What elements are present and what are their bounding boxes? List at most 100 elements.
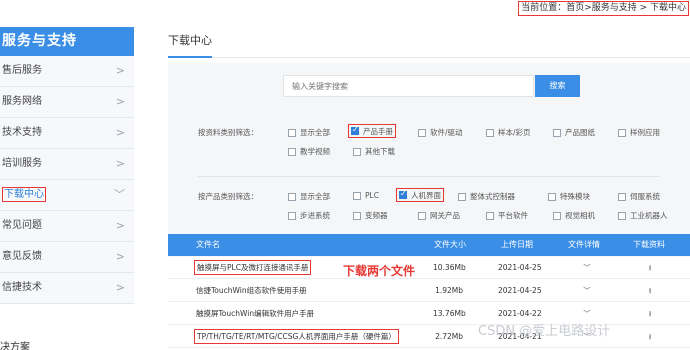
- filter-product-plc[interactable]: PLC: [353, 191, 379, 200]
- chevron-right-icon: >: [115, 219, 125, 232]
- checkbox[interactable]: [353, 147, 361, 156]
- breadcrumb: 当前位置：首页>服务与支持 > 下载中心: [518, 1, 689, 16]
- page-title: 下载中心: [168, 27, 690, 58]
- checkbox[interactable]: [353, 191, 361, 200]
- option-label: 人机界面: [411, 190, 441, 200]
- chevron-down-icon: ﹀: [114, 188, 125, 201]
- checkbox[interactable]: [288, 147, 296, 156]
- sidebar-item-label: 信捷技术: [2, 282, 42, 293]
- filter-product-servo[interactable]: 伺服系统: [618, 191, 660, 202]
- option-label: 视觉相机: [565, 211, 595, 220]
- sidebar-item-label: 培训服务: [2, 158, 42, 169]
- filter-doc-label: 按资料类别筛选：: [198, 128, 258, 137]
- sidebar-item-xinje-tech[interactable]: 信捷技术 >: [0, 273, 134, 304]
- filter-doc-manual[interactable]: 产品手册: [348, 124, 396, 138]
- file-name-link[interactable]: 触摸屏TouchWin编辑软件用户手册: [196, 302, 314, 325]
- checkbox[interactable]: [353, 211, 361, 220]
- checkbox[interactable]: [618, 128, 626, 137]
- checkbox[interactable]: [288, 211, 296, 220]
- sidebar-item-feedback[interactable]: 意见反馈 >: [0, 242, 134, 273]
- chevron-down-icon[interactable]: ﹀: [580, 256, 594, 279]
- option-label: 显示全部: [300, 128, 330, 137]
- sidebar-item-label: 常见问题: [2, 220, 42, 231]
- sidebar-item-download-center[interactable]: 下载中心 ﹀: [0, 180, 134, 211]
- filter-product-integrated-controller[interactable]: 整体式控制器: [458, 191, 515, 202]
- filter-product-gateway[interactable]: 网关产品: [418, 210, 460, 221]
- checkbox[interactable]: [553, 211, 561, 220]
- checkbox[interactable]: [418, 128, 426, 137]
- header-details: 文件详情: [568, 240, 600, 249]
- checkbox[interactable]: [553, 128, 561, 137]
- checkbox[interactable]: [399, 189, 407, 199]
- watermark: CSDN @爱上电路设计: [478, 324, 611, 339]
- filter-doc-brochure[interactable]: 样本/彩页: [486, 127, 531, 138]
- file-name-link[interactable]: 信捷TouchWin组态软件使用手册: [196, 279, 307, 302]
- checkbox[interactable]: [351, 125, 359, 135]
- option-label: 平台软件: [498, 211, 528, 220]
- option-label: 其他下载: [365, 147, 395, 156]
- sidebar-item-label: 售后服务: [2, 65, 42, 76]
- option-label: 软件/驱动: [430, 128, 463, 137]
- filter-doc-drawing[interactable]: 产品图纸: [553, 127, 595, 138]
- header-filename: 文件名: [196, 240, 220, 249]
- filter-product-robot[interactable]: 工业机器人: [618, 210, 668, 221]
- chevron-right-icon: >: [115, 250, 125, 263]
- option-label: 伺服系统: [630, 192, 660, 201]
- search-button[interactable]: 搜索: [535, 75, 580, 97]
- download-icon[interactable]: ⭳: [643, 302, 657, 325]
- header-download: 下载资料: [633, 240, 665, 249]
- chevron-right-icon: >: [115, 64, 125, 77]
- checkbox[interactable]: [618, 192, 626, 201]
- checkbox[interactable]: [288, 128, 296, 137]
- sidebar-item-service-network[interactable]: 服务网络 >: [0, 87, 134, 118]
- filter-doc-other[interactable]: 其他下载: [353, 146, 395, 157]
- checkbox[interactable]: [548, 192, 556, 201]
- filter-doc-example[interactable]: 样例应用: [618, 127, 660, 138]
- filter-product-vision-camera[interactable]: 视觉相机: [553, 210, 595, 221]
- table-row: TP/TH/TG/TE/RT/MTG/CCSG人机界面用户手册（硬件篇） 2.7…: [168, 325, 690, 348]
- sidebar-item-after-sales[interactable]: 售后服务 >: [0, 56, 134, 87]
- checkbox[interactable]: [486, 211, 494, 220]
- option-label: 产品图纸: [565, 128, 595, 137]
- search-bar: 搜索: [283, 75, 580, 97]
- filter-product-hmi[interactable]: 人机界面: [396, 188, 444, 202]
- file-name-link[interactable]: TP/TH/TG/TE/RT/MTG/CCSG人机界面用户手册（硬件篇）: [194, 329, 399, 344]
- filter-product-special-module[interactable]: 特殊模块: [548, 191, 590, 202]
- table-row: 触摸屏与PLC及微打连接通讯手册 10.36Mb 2021-04-25 ﹀ ⭳: [168, 256, 690, 279]
- checkbox[interactable]: [458, 192, 466, 201]
- filter-doc-video[interactable]: 教学视频: [288, 146, 330, 157]
- filter-product-inverter[interactable]: 变频器: [353, 210, 388, 221]
- checkbox[interactable]: [288, 192, 296, 201]
- search-input[interactable]: [283, 75, 534, 97]
- chevron-right-icon: >: [115, 95, 125, 108]
- page-title-text: 下载中心: [168, 27, 212, 58]
- sidebar-item-training[interactable]: 培训服务 >: [0, 149, 134, 180]
- option-label: 显示全部: [300, 192, 330, 201]
- file-size: 10.36Mb: [433, 263, 466, 272]
- sidebar-item-faq[interactable]: 常见问题 >: [0, 211, 134, 242]
- checkbox[interactable]: [418, 211, 426, 220]
- file-size: 2.72Mb: [435, 332, 463, 341]
- filter-product-all[interactable]: 显示全部: [288, 191, 330, 202]
- sidebar: 服务与支持 售后服务 > 服务网络 > 技术支持 > 培训服务 > 下载中心 ﹀ 常见问题…: [0, 27, 134, 304]
- option-label: 样本/彩页: [498, 128, 531, 137]
- download-icon[interactable]: ⭳: [643, 325, 657, 348]
- checkbox[interactable]: [486, 128, 494, 137]
- sidebar-item-label: 意见反馈: [2, 251, 42, 262]
- sidebar-item-label: 技术支持: [2, 127, 42, 138]
- sidebar-item-tech-support[interactable]: 技术支持 >: [0, 118, 134, 149]
- filter-product-label: 按产品类别筛选：: [198, 192, 258, 201]
- filter-doc-all[interactable]: 显示全部: [288, 127, 330, 138]
- filter-doc-software[interactable]: 软件/驱动: [418, 127, 463, 138]
- filter-product-platform-software[interactable]: 平台软件: [486, 210, 528, 221]
- filter-product-stepper[interactable]: 步进系统: [288, 210, 330, 221]
- chevron-right-icon: >: [115, 157, 125, 170]
- download-icon[interactable]: ⭳: [643, 279, 657, 302]
- download-icon[interactable]: ⭳: [643, 256, 657, 279]
- file-name-link[interactable]: 触摸屏与PLC及微打连接通讯手册: [194, 260, 312, 275]
- header-filesize: 文件大小: [434, 240, 466, 249]
- sidebar-item-label: 下载中心: [2, 187, 46, 202]
- chevron-down-icon[interactable]: ﹀: [580, 279, 594, 302]
- checkbox[interactable]: [618, 211, 626, 220]
- option-label: 工业机器人: [630, 211, 668, 220]
